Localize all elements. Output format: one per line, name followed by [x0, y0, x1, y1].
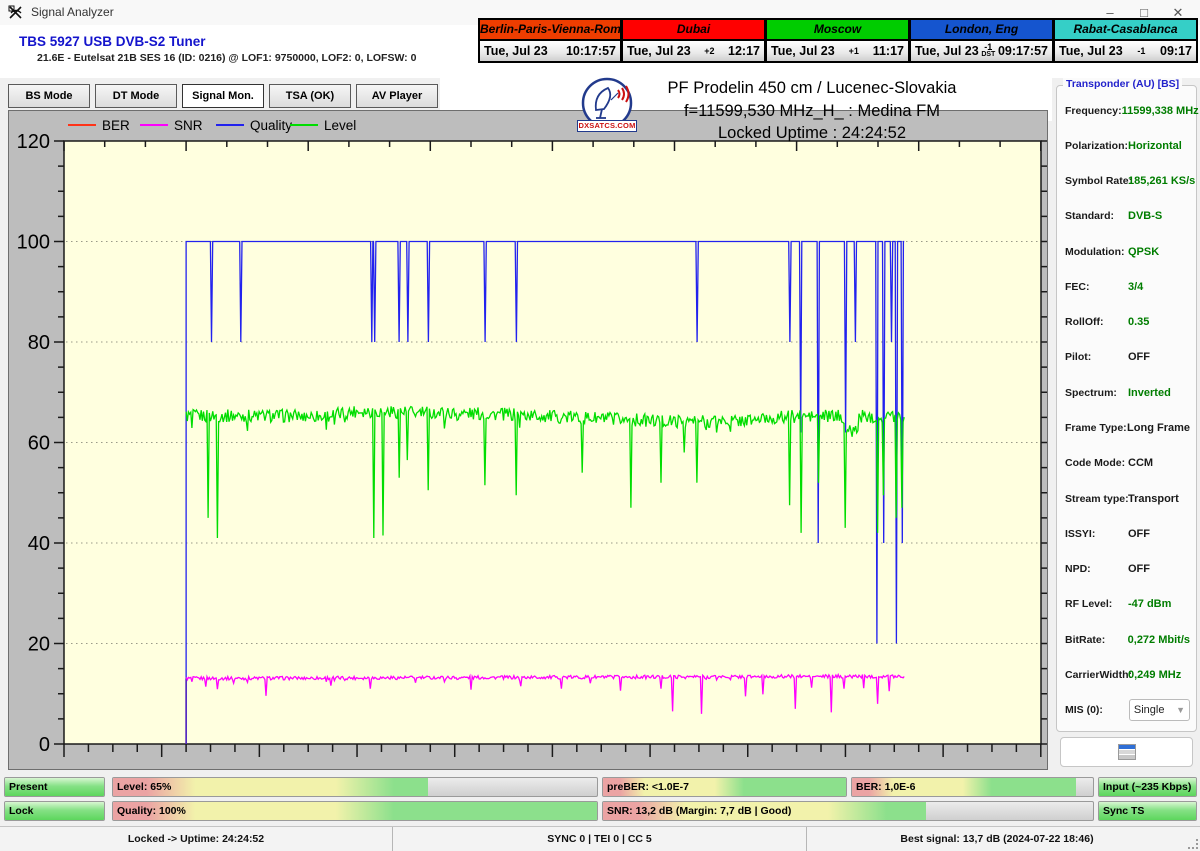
signal-history-chart: 0 20 40 60 80 100 120 BER SNR Quality Level	[9, 111, 1047, 769]
clock-city-label: London, Eng	[911, 20, 1052, 41]
list-icon	[1118, 744, 1136, 760]
field-rf-level: RF Level:-47 dBm	[1065, 594, 1190, 615]
satellite-dish-icon	[8, 4, 25, 21]
tuner-details: 21.6E - Eutelsat 21B SES 16 (ID: 0216) @…	[37, 52, 416, 64]
chart-header-text: PF Prodelin 450 cm / Lucenec-Slovakia f=…	[592, 77, 1032, 145]
tab-dt-mode[interactable]: DT Mode	[95, 84, 177, 108]
field-frame-type: Frame Type:Long Frame	[1065, 418, 1190, 439]
y-axis-label: 80	[28, 332, 50, 354]
y-axis-label: 60	[28, 433, 50, 455]
field-pilot: Pilot:OFF	[1065, 347, 1190, 368]
field-bitrate: BitRate:0,272 Mbit/s	[1065, 629, 1190, 650]
clock-time: 11:17	[873, 44, 904, 58]
legend-label: Quality	[250, 118, 292, 133]
signal-chart-panel: 0 20 40 60 80 100 120 BER SNR Quality Level	[8, 110, 1048, 770]
present-indicator: Present	[4, 777, 105, 797]
field-modulation: Modulation:QPSK	[1065, 241, 1190, 262]
clock-date: Tue, Jul 23	[915, 44, 979, 58]
field-stream-type: Stream type:Transport	[1065, 488, 1190, 509]
clock-dubai: Dubai Tue, Jul 23 +2 12:17	[622, 18, 766, 63]
y-axis-label: 40	[28, 533, 50, 555]
field-spectrum: Spectrum:Inverted	[1065, 382, 1190, 403]
chevron-down-icon: ▼	[1176, 705, 1185, 715]
clock-city-label: Dubai	[623, 20, 764, 41]
ber-bar: BER: 1,0E-6	[851, 777, 1094, 797]
field-fec: FEC:3/4	[1065, 276, 1190, 297]
legend-label: SNR	[174, 118, 203, 133]
clock-time: 12:17	[728, 44, 760, 58]
tab-bs-mode[interactable]: BS Mode	[8, 84, 90, 108]
clock-date: Tue, Jul 23	[484, 44, 548, 58]
y-axis-label: 100	[17, 232, 50, 254]
clock-city-label: Rabat-Casablanca	[1055, 20, 1196, 41]
field-frequency: Frequency:11599,338 MHz	[1065, 100, 1190, 121]
clock-city-label: Moscow	[767, 20, 908, 41]
lock-indicator: Lock	[4, 801, 105, 821]
field-carrierwidth: CarrierWidth:0,249 MHz	[1065, 665, 1190, 686]
clock-time: 10:17:57	[566, 44, 616, 58]
antenna-location-label: PF Prodelin 450 cm / Lucenec-Slovakia	[592, 77, 1032, 100]
clock-moscow: Moscow Tue, Jul 23 +1 11:17	[766, 18, 910, 63]
clock-city-label: Berlin-Paris-Vienna-Roma	[480, 20, 620, 41]
y-axis-label: 0	[39, 734, 50, 756]
field-symbol-rate: Symbol Rate:185,261 KS/s	[1065, 171, 1190, 192]
clock-utc-offset: +2	[704, 48, 714, 55]
mis-dropdown[interactable]: Single▼	[1129, 699, 1190, 721]
y-axis-label: 20	[28, 634, 50, 656]
field-code-mode: Code Mode:CCM	[1065, 453, 1190, 474]
tab-signal-mon[interactable]: Signal Mon.	[182, 84, 264, 108]
world-clocks: Berlin-Paris-Vienna-Roma Tue, Jul 23 10:…	[478, 18, 1200, 63]
clock-utc-offset: +1	[849, 48, 859, 55]
transponder-panel: Transponder (AU) [BS] Frequency:11599,33…	[1056, 85, 1197, 732]
legend-label: Level	[324, 118, 356, 133]
y-axis-label: 120	[17, 131, 50, 153]
clock-london: London, Eng Tue, Jul 23 -1DST 09:17:57	[910, 18, 1054, 63]
clock-berlin: Berlin-Paris-Vienna-Roma Tue, Jul 23 10:…	[478, 18, 622, 63]
dxsatcs-logo: DXSATCS.COM	[574, 76, 640, 134]
tab-av-player[interactable]: AV Player	[356, 84, 438, 108]
legend-label: BER	[102, 118, 130, 133]
preber-bar: preBER: <1.0E-7	[602, 777, 847, 797]
field-npd: NPD:OFF	[1065, 559, 1190, 580]
clock-date: Tue, Jul 23	[771, 44, 835, 58]
signal-analyzer-window: { "window": { "title": "Signal Analyzer"…	[0, 0, 1200, 850]
sync-ts-indicator: Sync TS	[1098, 801, 1197, 821]
clock-date: Tue, Jul 23	[1059, 44, 1123, 58]
field-standard: Standard:DVB-S	[1065, 206, 1190, 227]
window-title: Signal Analyzer	[31, 5, 114, 19]
status-locked-uptime: Locked -> Uptime: 24:24:52	[0, 827, 393, 851]
level-bar: Level: 65%	[112, 777, 598, 797]
field-rolloff: RollOff:0.35	[1065, 312, 1190, 333]
locked-uptime-label: Locked Uptime : 24:24:52	[592, 122, 1032, 145]
transponder-panel-title: Transponder (AU) [BS]	[1063, 78, 1182, 90]
field-mis: MIS (0): Single▼	[1065, 700, 1190, 721]
field-polarization: Polarization:Horizontal	[1065, 135, 1190, 156]
clock-utc-offset: -1DST	[981, 44, 995, 58]
clock-time: 09:17:57	[998, 44, 1048, 58]
dxsatcs-logo-text: DXSATCS.COM	[577, 120, 637, 132]
status-bar: Locked -> Uptime: 24:24:52 SYNC 0 | TEI …	[0, 826, 1200, 851]
clock-rabat: Rabat-Casablanca Tue, Jul 23 -1 09:17	[1054, 18, 1198, 63]
transponder-list-button[interactable]	[1060, 737, 1193, 767]
input-indicator: Input (~235 Kbps)	[1098, 777, 1197, 797]
clock-date: Tue, Jul 23	[627, 44, 691, 58]
tab-tsa[interactable]: TSA (OK)	[269, 84, 351, 108]
field-issyi: ISSYI:OFF	[1065, 523, 1190, 544]
quality-bar: Quality: 100%	[112, 801, 598, 821]
status-best-signal: Best signal: 13,7 dB (2024-07-22 18:46)	[807, 827, 1187, 851]
resize-grip[interactable]	[1188, 839, 1198, 849]
tuner-name: TBS 5927 USB DVB-S2 Tuner	[19, 34, 206, 49]
snr-bar: SNR: 13,2 dB (Margin: 7,7 dB | Good)	[602, 801, 1094, 821]
clock-time: 09:17	[1160, 44, 1192, 58]
status-sync-tei-cc: SYNC 0 | TEI 0 | CC 5	[393, 827, 807, 851]
frequency-station-label: f=11599,530 MHz_H_ : Medina FM	[592, 100, 1032, 123]
clock-utc-offset: -1	[1137, 48, 1145, 55]
mode-tabs: BS Mode DT Mode Signal Mon. TSA (OK) AV …	[8, 84, 438, 108]
